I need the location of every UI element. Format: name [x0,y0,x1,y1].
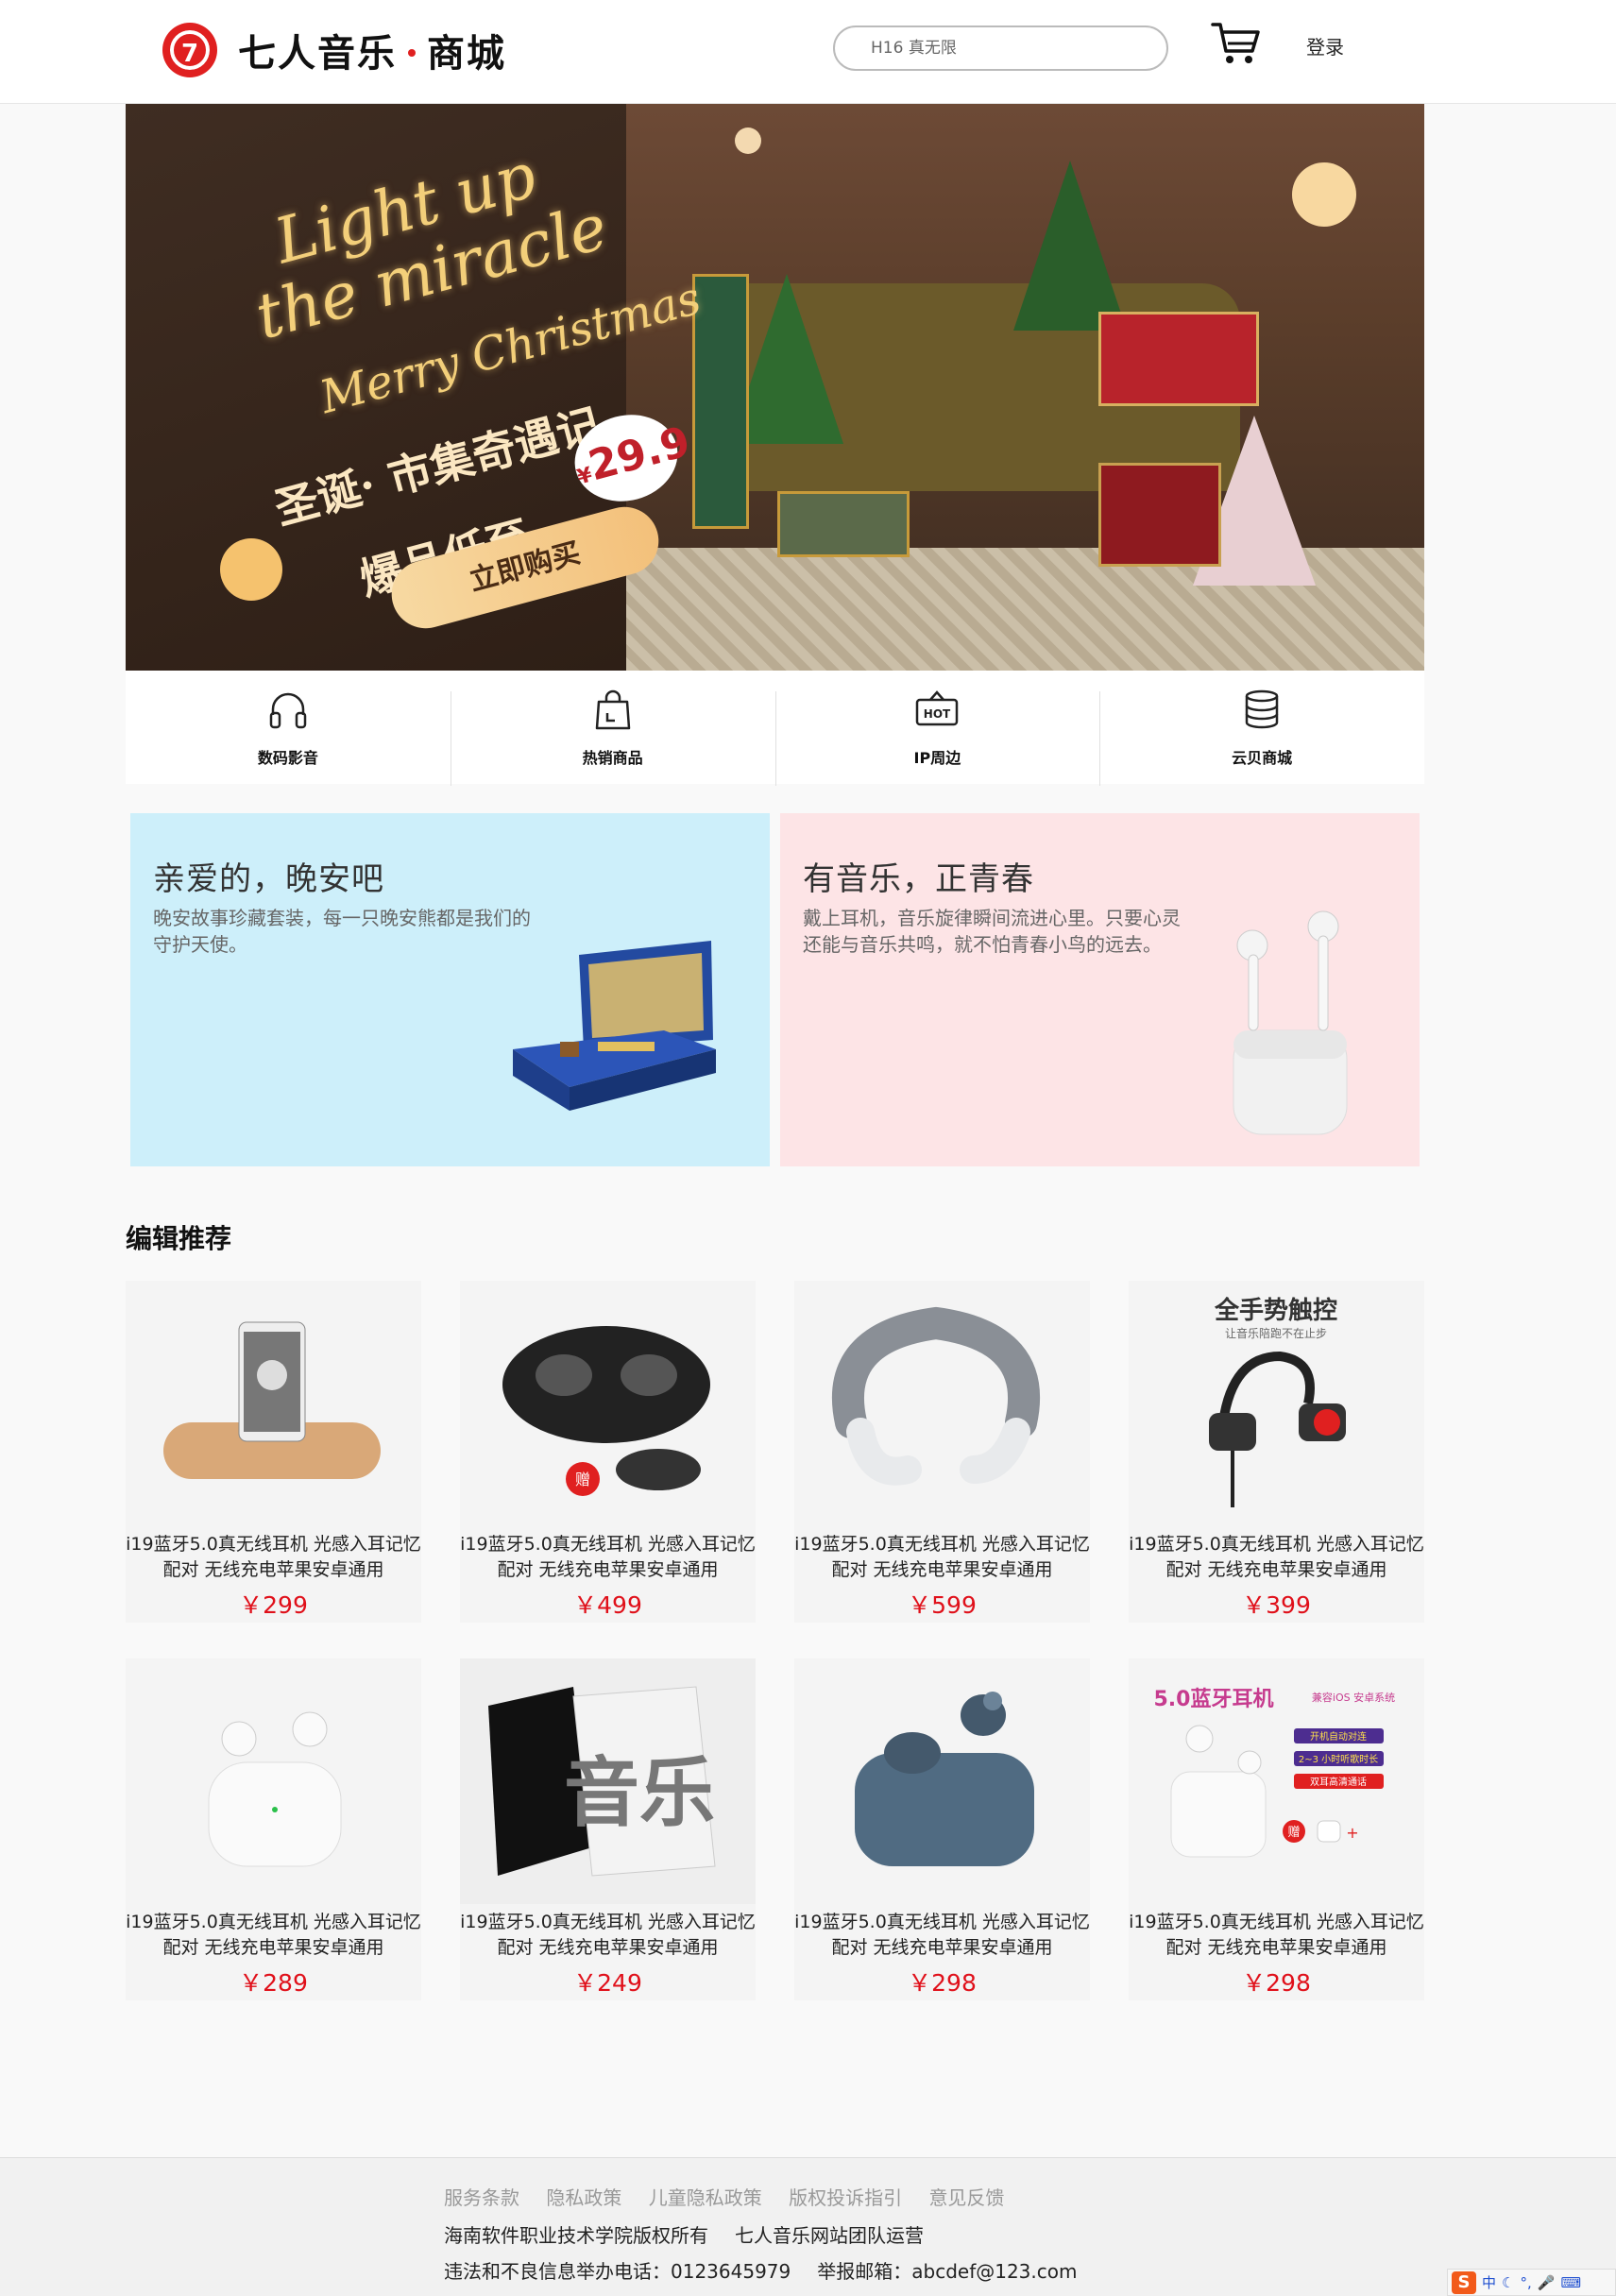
promo-title: 亲爱的，晚安吧 [153,860,384,898]
svg-text:双耳高清通话: 双耳高清通话 [1310,1776,1367,1788]
footer-link-copyright[interactable]: 版权投诉指引 [789,2186,902,2209]
category-digital-av[interactable]: 数码影音 [126,671,451,784]
promo-title: 有音乐，正青春 [803,860,1034,898]
product-image [208,1711,342,1867]
footer-link-child-privacy[interactable]: 儿童隐私政策 [649,2186,762,2209]
product-card[interactable]: i19蓝牙5.0真无线耳机 光感入耳记忆配对 无线充电苹果安卓通用 ￥599 [794,1281,1090,1623]
product-price: ￥298 [1242,1969,1311,1997]
gift-box-image [513,941,716,1111]
svg-text:赠: 赠 [1287,1826,1300,1840]
punctuation-icon[interactable]: °, [1520,2274,1531,2291]
footer-contact: 违法和不良信息举办电话：0123645979 举报邮箱：abcdef@123.co… [444,2260,1078,2283]
product-price: ￥499 [573,1591,642,1619]
product-name: i19蓝牙5.0真无线耳机 光感入耳记忆配对 无线充电苹果安卓通用 [1129,1534,1424,1580]
product-card[interactable]: i19蓝牙5.0真无线耳机 光感入耳记忆配对 无线充电苹果安卓通用 ￥289 [126,1658,421,2000]
login-link[interactable]: 登录 [1306,32,1344,60]
product-name: i19蓝牙5.0真无线耳机 光感入耳记忆配对 无线充电苹果安卓通用 [126,1534,421,1580]
category-label: 数码影音 [257,749,318,767]
sogou-logo-icon: S [1452,2270,1476,2294]
promo-description: 晚安故事珍藏套装，每一只晚安熊都是我们的守护天使。 [153,907,531,956]
ime-toolbar[interactable]: S 中 ☾ °, 🎤 ⌨ [1447,2269,1616,2296]
hero-banner[interactable]: Light up the miracle Merry Christmas 圣诞·… [126,104,1424,671]
svg-text:HOT: HOT [924,707,951,721]
product-name: i19蓝牙5.0真无线耳机 光感入耳记忆配对 无线充电苹果安卓通用 [460,1534,756,1580]
footer-link-terms[interactable]: 服务条款 [444,2186,519,2209]
product-image: 赠 [502,1326,710,1496]
product-name: i19蓝牙5.0真无线耳机 光感入耳记忆配对 无线充电苹果安卓通用 [794,1534,1090,1580]
svg-text:2~3 小时听歌时长: 2~3 小时听歌时长 [1299,1753,1378,1765]
product-price: ￥399 [1242,1591,1311,1619]
site-logo[interactable]: 7 七人音乐 商城 [162,21,506,79]
product-card[interactable]: 5.0蓝牙耳机 兼容iOS 安卓系统 开机自动对连 2~3 小时听歌时长 双耳高… [1129,1658,1424,2000]
svg-text:兼容iOS 安卓系统: 兼容iOS 安卓系统 [1312,1691,1395,1704]
product-name: i19蓝牙5.0真无线耳机 光感入耳记忆配对 无线充电苹果安卓通用 [1129,1912,1424,1958]
svg-text:5.0蓝牙耳机: 5.0蓝牙耳机 [1154,1688,1274,1711]
product-image [831,1306,1041,1486]
promo-card-goodnight[interactable]: 亲爱的，晚安吧 晚安故事珍藏套装，每一只晚安熊都是我们的守护天使。 [130,813,770,1166]
product-image: 5.0蓝牙耳机 兼容iOS 安卓系统 开机自动对连 2~3 小时听歌时长 双耳高… [1154,1688,1395,1858]
footer-links: 服务条款 隐私政策 儿童隐私政策 版权投诉指引 意见反馈 [444,2183,1025,2210]
category-ip-merch[interactable]: HOT IP周边 [774,671,1100,786]
product-name: i19蓝牙5.0真无线耳机 光感入耳记忆配对 无线充电苹果安卓通用 [460,1912,756,1958]
promo-card-youth-music[interactable]: 有音乐，正青春 戴上耳机，音乐旋律瞬间流进心里。只要心灵还能与音乐共鸣，就不怕青… [780,813,1420,1166]
product-name: i19蓝牙5.0真无线耳机 光感入耳记忆配对 无线充电苹果安卓通用 [126,1912,421,1958]
svg-text:赠: 赠 [575,1471,590,1488]
footer-copyright: 海南软件职业技术学院版权所有 七人音乐网站团队运营 [444,2224,924,2247]
product-card[interactable]: 音乐 i19蓝牙5.0真无线耳机 光感入耳记忆配对 无线充电苹果安卓通用 ￥24… [460,1658,756,2000]
footer-link-feedback[interactable]: 意见反馈 [928,2186,1004,2209]
product-card[interactable]: 赠 i19蓝牙5.0真无线耳机 光感入耳记忆配对 无线充电苹果安卓通用 ￥499 [460,1281,756,1623]
keyboard-icon[interactable]: ⌨ [1560,2274,1581,2291]
product-card[interactable]: 全手势触控 让音乐陪跑不在止步 i19蓝牙5.0真无线耳机 光感入耳记忆配对 无… [1129,1281,1424,1623]
svg-text:全手势触控: 全手势触控 [1214,1296,1337,1325]
product-price: ￥299 [239,1591,308,1619]
microphone-icon[interactable]: 🎤 [1538,2274,1556,2291]
logo-mark-icon: 7 [162,23,217,77]
search-input[interactable]: H16 真无限 [833,26,1168,71]
product-image [163,1321,381,1479]
section-title-editor-picks: 编辑推荐 [126,1223,232,1254]
coins-stack-icon [1245,689,1279,729]
svg-text:+: + [1346,1824,1358,1842]
svg-text:开机自动对连: 开机自动对连 [1310,1730,1367,1743]
product-image: 全手势触控 让音乐陪跑不在止步 [1209,1296,1346,1507]
svg-text:音乐: 音乐 [564,1748,715,1837]
shopping-bag-icon [595,689,630,730]
product-name: i19蓝牙5.0真无线耳机 光感入耳记忆配对 无线充电苹果安卓通用 [794,1912,1090,1958]
brand-name: 七人音乐 商城 [238,31,506,76]
site-footer: 服务条款 隐私政策 儿童隐私政策 版权投诉指引 意见反馈 海南软件职业技术学院版… [0,2157,1616,2296]
category-label: IP周边 [913,749,961,767]
product-card[interactable]: i19蓝牙5.0真无线耳机 光感入耳记忆配对 无线充电苹果安卓通用 ￥299 [126,1281,421,1623]
product-image: 音乐 [460,1658,756,1904]
product-price: ￥289 [239,1969,308,1997]
airpods-image [1233,910,1348,1135]
cart-icon[interactable] [1209,17,1262,70]
product-price: ￥298 [908,1969,977,1997]
category-cloud-shell-store[interactable]: 云贝商城 [1099,671,1424,786]
promo-description: 戴上耳机，音乐旋律瞬间流进心里。只要心灵还能与音乐共鸣，就不怕青春小鸟的远去。 [803,907,1181,956]
product-image [855,1692,1034,1866]
moon-icon[interactable]: ☾ [1502,2274,1514,2291]
footer-link-privacy[interactable]: 隐私政策 [546,2186,621,2209]
product-price: ￥599 [908,1591,977,1619]
headphones-icon [269,692,307,729]
category-nav: 数码影音 热销商品 HOT IP周边 云贝商城 [126,671,1424,786]
category-hot-items[interactable]: 热销商品 [450,671,775,786]
site-header: 7 七人音乐 商城 H16 真无限 登录 [0,0,1616,104]
ime-mode[interactable]: 中 [1482,2272,1496,2292]
svg-text:让音乐陪跑不在止步: 让音乐陪跑不在止步 [1225,1326,1327,1340]
category-label: 云贝商城 [1232,749,1293,767]
product-price: ￥249 [573,1969,642,1997]
hot-sign-icon: HOT [916,690,959,726]
category-label: 热销商品 [582,749,643,767]
product-card[interactable]: i19蓝牙5.0真无线耳机 光感入耳记忆配对 无线充电苹果安卓通用 ￥298 [794,1658,1090,2000]
